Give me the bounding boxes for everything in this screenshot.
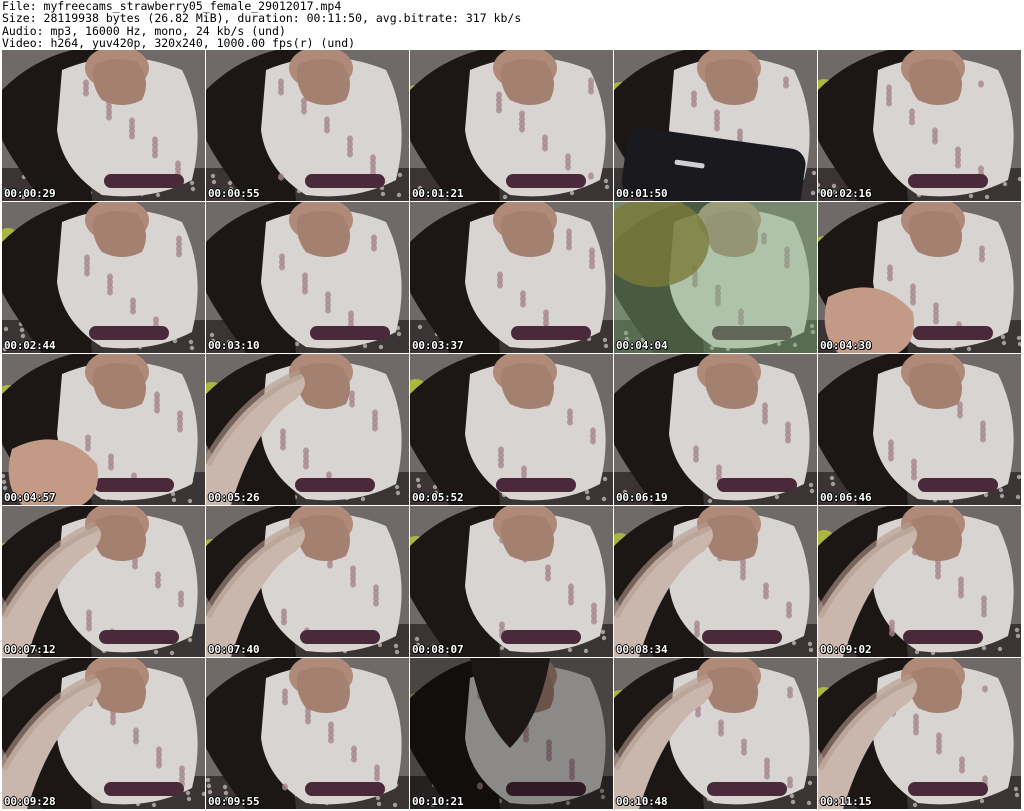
thumbnail-frame: 00:03:37 — [410, 202, 613, 353]
thumbnail-frame: 00:06:46 — [818, 354, 1021, 505]
thumbnail-frame: 00:04:30 — [818, 202, 1021, 353]
thumbnail-frame: 00:07:12 — [2, 506, 205, 657]
thumbnail-timestamp: 00:08:34 — [616, 643, 668, 656]
thumbnail-timestamp: 00:09:55 — [208, 795, 260, 808]
thumbnail-frame: 00:10:21 — [410, 658, 613, 809]
thumbnail-frame: 00:09:28 — [2, 658, 205, 809]
thumbnail-timestamp: 00:06:19 — [616, 491, 668, 504]
thumbnail-timestamp: 00:04:57 — [4, 491, 56, 504]
thumbnail-grid: 00:00:29 00:00:55 00:01:21 00:01:50 00:02:16… — [0, 50, 1024, 811]
thumbnail-timestamp: 00:04:04 — [616, 339, 668, 352]
thumbnail-frame: 00:00:29 — [2, 50, 205, 201]
thumbnail-timestamp: 00:01:21 — [412, 187, 464, 200]
thumbnail-timestamp: 00:01:50 — [616, 187, 668, 200]
thumbnail-frame: 00:01:50 — [614, 50, 817, 201]
thumbnail-timestamp: 00:09:02 — [820, 643, 872, 656]
thumbnail-timestamp: 00:05:52 — [412, 491, 464, 504]
file-size-line: Size: 28119938 bytes (26.82 MiB), durati… — [2, 11, 522, 26]
thumbnail-timestamp: 00:03:10 — [208, 339, 260, 352]
thumbnail-timestamp: 00:05:26 — [208, 491, 260, 504]
video-info-line: Video: h264, yuv420p, 320x240, 1000.00 f… — [2, 36, 356, 51]
thumbnail-frame: 00:05:52 — [410, 354, 613, 505]
thumbnail-timestamp: 00:02:16 — [820, 187, 872, 200]
thumbnail-frame: 00:04:57 — [2, 354, 205, 505]
thumbnail-timestamp: 00:03:37 — [412, 339, 464, 352]
thumbnail-timestamp: 00:10:21 — [412, 795, 464, 808]
thumbnail-frame: 00:09:02 — [818, 506, 1021, 657]
thumbnail-timestamp: 00:09:28 — [4, 795, 56, 808]
thumbnail-timestamp: 00:02:44 — [4, 339, 56, 352]
thumbnail-frame: 00:11:15 — [818, 658, 1021, 809]
thumbnail-frame: 00:05:26 — [206, 354, 409, 505]
thumbnail-frame: 00:02:44 — [2, 202, 205, 353]
thumbnail-frame: 00:03:10 — [206, 202, 409, 353]
thumbnail-frame: 00:06:19 — [614, 354, 817, 505]
thumbnail-frame: 00:10:48 — [614, 658, 817, 809]
thumbnail-frame: 00:07:40 — [206, 506, 409, 657]
thumbnail-timestamp: 00:11:15 — [820, 795, 872, 808]
thumbnail-timestamp: 00:04:30 — [820, 339, 872, 352]
thumbnail-timestamp: 00:00:29 — [4, 187, 56, 200]
thumbnail-timestamp: 00:00:55 — [208, 187, 260, 200]
thumbnail-frame: 00:04:04 — [614, 202, 817, 353]
thumbnail-frame: 00:01:21 — [410, 50, 613, 201]
thumbnail-timestamp: 00:06:46 — [820, 491, 872, 504]
thumbnail-frame: 00:08:34 — [614, 506, 817, 657]
thumbnail-frame: 00:09:55 — [206, 658, 409, 809]
thumbnail-frame: 00:02:16 — [818, 50, 1021, 201]
thumbnail-frame: 00:08:07 — [410, 506, 613, 657]
thumbnail-timestamp: 00:07:40 — [208, 643, 260, 656]
thumbnail-frame: 00:00:55 — [206, 50, 409, 201]
thumbnail-timestamp: 00:07:12 — [4, 643, 56, 656]
thumbnail-timestamp: 00:08:07 — [412, 643, 464, 656]
thumbnail-timestamp: 00:10:48 — [616, 795, 668, 808]
file-info-header: File: myfreecams_strawberry05_female_290… — [2, 0, 1022, 50]
